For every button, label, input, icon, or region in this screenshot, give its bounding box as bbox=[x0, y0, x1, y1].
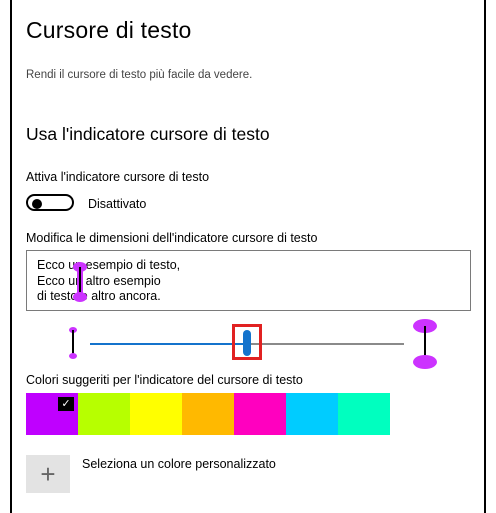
size-label: Modifica le dimensioni dell'indicatore c… bbox=[26, 231, 318, 245]
checkmark-icon: ✓ bbox=[58, 397, 74, 411]
swatch-purple[interactable]: ✓ bbox=[26, 393, 78, 435]
plus-icon: + bbox=[40, 458, 56, 489]
preview-line: di testo e altro ancora. bbox=[37, 289, 161, 303]
size-slider-thumb[interactable] bbox=[243, 330, 251, 356]
add-custom-color-button[interactable]: + bbox=[26, 455, 70, 493]
color-swatches: ✓ bbox=[26, 393, 390, 435]
swatch-yellow[interactable] bbox=[130, 393, 182, 435]
indicator-toggle[interactable] bbox=[26, 194, 74, 211]
page-subtitle: Rendi il cursore di testo più facile da … bbox=[26, 69, 253, 81]
slider-track-filled[interactable] bbox=[90, 343, 247, 345]
preview-line: Ecco un altro esempio bbox=[37, 273, 161, 288]
preview-text: Ecco un esempio di testo, Ecco un altro … bbox=[37, 258, 180, 305]
custom-color-label[interactable]: Seleziona un colore personalizzato bbox=[82, 457, 276, 471]
toggle-state-label: Disattivato bbox=[88, 197, 147, 211]
toggle-knob bbox=[32, 198, 42, 209]
swatch-cyan[interactable] bbox=[286, 393, 338, 435]
size-slider-row bbox=[26, 316, 471, 372]
slider-track-empty[interactable] bbox=[247, 343, 404, 345]
preview-line: Ecco un esempio di testo, bbox=[37, 258, 181, 272]
page-title: Cursore di testo bbox=[26, 17, 192, 43]
swatch-magenta[interactable] bbox=[234, 393, 286, 435]
section-title: Usa l'indicatore cursore di testo bbox=[26, 124, 270, 144]
swatch-orange[interactable] bbox=[182, 393, 234, 435]
cursor-preview-box: Ecco un esempio di testo, Ecco un altro … bbox=[26, 250, 471, 311]
preview-cursor-indicator-icon bbox=[73, 262, 87, 302]
large-cursor-icon bbox=[413, 319, 437, 369]
small-cursor-icon bbox=[69, 327, 77, 359]
swatch-lime[interactable] bbox=[78, 393, 130, 435]
swatch-teal[interactable] bbox=[338, 393, 390, 435]
toggle-label: Attiva l'indicatore cursore di testo bbox=[26, 170, 210, 184]
colors-label: Colori suggeriti per l'indicatore del cu… bbox=[26, 373, 303, 387]
